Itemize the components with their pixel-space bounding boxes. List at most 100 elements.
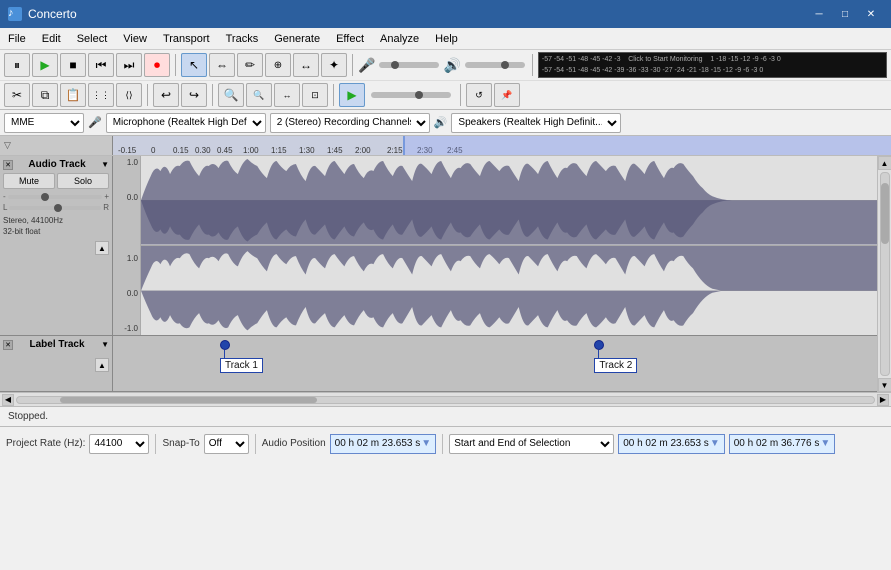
vu-top: -57 -54 -51 -48 -45 -42 -3 Click to Star… [540,54,885,64]
menu-help[interactable]: Help [427,31,466,47]
label-track-dropdown[interactable]: ▼ [101,340,109,349]
trim-button[interactable]: ⋮⋮ [88,83,114,107]
app-title: Concerto [28,7,77,21]
menu-generate[interactable]: Generate [266,31,328,47]
label-track-close-button[interactable]: ✕ [3,340,13,350]
sel-end-dropdown[interactable]: ▼ [820,438,830,449]
zoom-tool-button[interactable]: ⊕ [265,53,291,77]
sel-start-input[interactable]: 00 h 02 m 23.653 s ▼ [618,434,725,454]
vu-top-scale: -57 -54 -51 -48 -45 -42 -3 Click to Star… [542,56,781,63]
stop-button[interactable]: ■ [60,53,86,77]
ruler-tick-215: 2:15 [387,146,403,155]
selection-type-select[interactable]: Start and End of Selection [449,434,614,454]
undo-button[interactable]: ↩ [153,83,179,107]
pan-slider[interactable] [9,206,101,210]
scale-top-2: 1.0 [115,254,138,263]
label-1-line [224,350,225,358]
vscroll-up-arrow[interactable]: ▲ [878,156,891,170]
loop-button[interactable]: ↺ [466,83,492,107]
skip-start-button[interactable]: ⏮ [88,53,114,77]
track-close-button[interactable]: ✕ [3,160,13,170]
label-collapse-row: ▲ [3,358,109,372]
input-level-thumb [391,61,399,69]
redo-button[interactable]: ↪ [181,83,207,107]
minimize-button[interactable]: ─ [807,5,831,23]
menu-effect[interactable]: Effect [328,31,372,47]
close-button[interactable]: ✕ [859,5,883,23]
silence-button[interactable]: ⟨⟩ [116,83,142,107]
menu-tracks[interactable]: Tracks [218,31,267,47]
playback-slider[interactable] [371,92,451,98]
sel-start-dropdown[interactable]: ▼ [710,438,720,449]
host-select[interactable]: MME [4,113,84,133]
waveform-svg-1 [141,156,877,245]
hscroll-thumb [60,397,317,403]
output-level-slider[interactable] [465,62,525,68]
ruler-tick-145: 1:45 [327,146,343,155]
zoom-fit-button[interactable]: ↔ [274,83,300,107]
audio-pos-dropdown[interactable]: ▼ [421,438,431,449]
copy-button[interactable]: ⧉ [32,83,58,107]
menu-view[interactable]: View [115,31,155,47]
mute-solo-row: Mute Solo [3,173,109,189]
hscroll-track[interactable] [16,396,875,404]
vscroll-track[interactable] [880,172,890,376]
menu-select[interactable]: Select [69,31,116,47]
pan-left-label: L [3,203,7,212]
hscroll-right-arrow[interactable]: ▶ [877,394,889,406]
vscroll-down-arrow[interactable]: ▼ [878,378,891,392]
menu-analyze[interactable]: Analyze [372,31,427,47]
snap-to-select[interactable]: Off [204,434,249,454]
collapse-button[interactable]: ▲ [95,241,109,255]
zoom-sel-button[interactable]: ⊡ [302,83,328,107]
maximize-button[interactable]: □ [833,5,857,23]
label-2-pin[interactable] [594,340,604,350]
input-level-slider[interactable] [379,62,439,68]
zoom-in-button[interactable]: 🔍 [246,83,272,107]
snap-to-label: Snap-To [162,438,199,449]
pause-button[interactable]: ⏸ [4,53,30,77]
label-1-text: Track 1 [220,358,263,373]
device-bar: MME 🎤 Microphone (Realtek High Defini...… [0,110,891,136]
solo-button[interactable]: Solo [57,173,109,189]
audio-position-input[interactable]: 00 h 02 m 23.653 s ▼ [330,434,437,454]
envelope-tool-button[interactable]: ⇔ [209,53,235,77]
label-1-pin[interactable] [220,340,230,350]
cut-button[interactable]: ✂ [4,83,30,107]
sel-end-input[interactable]: 00 h 02 m 36.776 s ▼ [729,434,836,454]
multi-tool-button[interactable]: ✦ [321,53,347,77]
collapse-row: ▲ [3,241,109,255]
gain-slider[interactable] [8,195,103,199]
channel-2 [141,246,877,336]
playback-start-button[interactable]: ▶ [339,83,365,107]
channels-select[interactable]: 2 (Stereo) Recording Channels [270,113,430,133]
sel-end-value: 00 h 02 m 36.776 s [734,438,820,449]
select-tool-button[interactable]: ↖ [181,53,207,77]
track-menu-dropdown[interactable]: ▼ [101,160,109,169]
ruler-header-label: ▽ [4,140,11,151]
menu-edit[interactable]: Edit [34,31,69,47]
clip-button[interactable]: 📌 [494,83,520,107]
draw-tool-button[interactable]: ✏ [237,53,263,77]
speaker-select[interactable]: Speakers (Realtek High Definit... [451,113,621,133]
project-rate-select[interactable]: 44100 [89,434,149,454]
mute-button[interactable]: Mute [3,173,55,189]
zoom-out-button[interactable]: 🔍 [218,83,244,107]
ruler-marks: -0.15 0 0.15 0.30 0.45 1:00 1:15 1:30 1:… [113,136,891,155]
vscroll-thumb [881,183,889,244]
record-button[interactable]: ⏺ [144,53,170,77]
vu-bottom: -57 -54 -51 -48 -45 -42 -39 -36 -33 -30 … [540,65,885,75]
menu-file[interactable]: File [0,31,34,47]
microphone-select[interactable]: Microphone (Realtek High Defini... [106,113,266,133]
ruler-tick-200: 2:00 [355,146,371,155]
paste-button[interactable]: 📋 [60,83,86,107]
menu-transport[interactable]: Transport [155,31,218,47]
play-button[interactable]: ▶ [32,53,58,77]
label-track: ✕ Label Track ▼ ▲ Track 1 [0,336,877,392]
label-track-header: ✕ Label Track ▼ ▲ [0,336,113,391]
toolbar-area: ⏸ ▶ ■ ⏮ ⏭ ⏺ ↖ ⇔ ✏ ⊕ ↔ ✦ 🎤 🔊 -57 -54 -51 … [0,50,891,110]
hscroll-left-arrow[interactable]: ◀ [2,394,14,406]
label-collapse-button[interactable]: ▲ [95,358,109,372]
skip-end-button[interactable]: ⏭ [116,53,142,77]
timeshift-tool-button[interactable]: ↔ [293,53,319,77]
